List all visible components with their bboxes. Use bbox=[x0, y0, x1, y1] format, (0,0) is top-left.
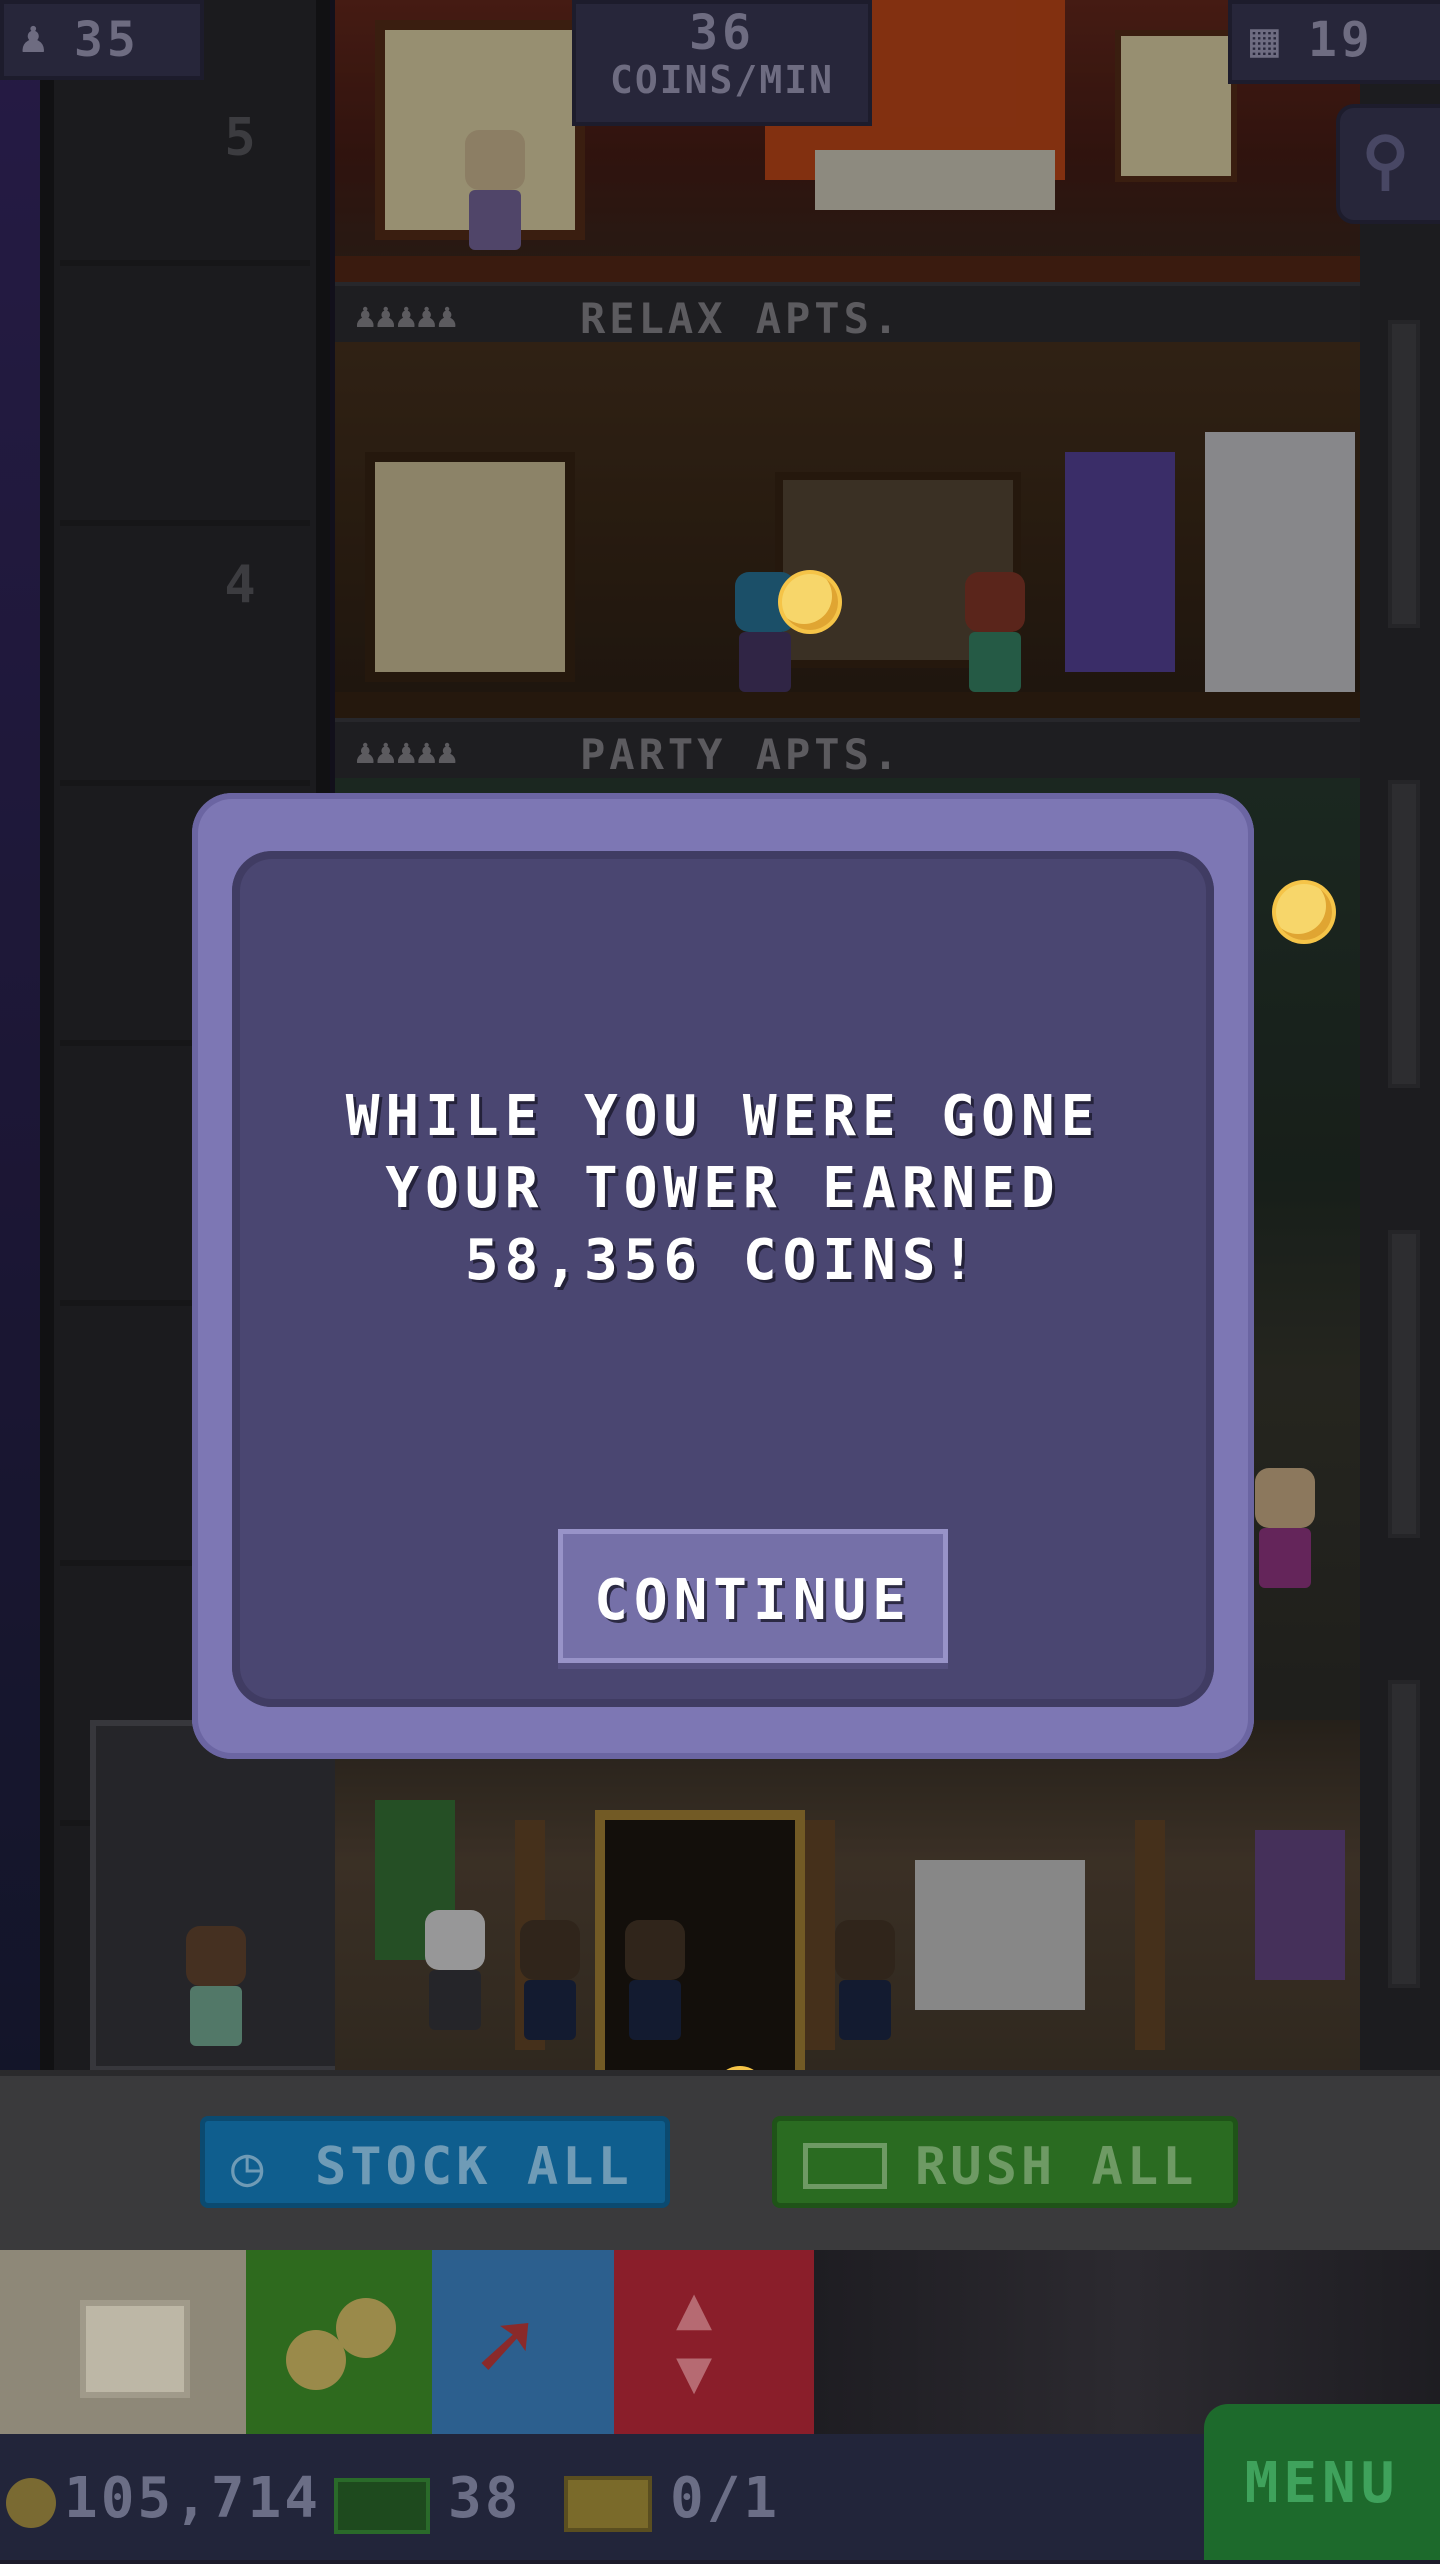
tool-box[interactable] bbox=[0, 2250, 246, 2434]
stock-all-label: STOCK ALL bbox=[315, 2137, 633, 2197]
rush-all-button[interactable]: RUSH ALL bbox=[772, 2116, 1238, 2208]
bux-icon bbox=[803, 2143, 887, 2189]
coin-balance: 105,714 bbox=[64, 2466, 322, 2531]
red-arrow-icon: ➚ bbox=[476, 2290, 534, 2402]
menu-button[interactable]: MENU bbox=[1204, 2404, 1440, 2560]
dialog-message: WHILE YOU WERE GONE YOUR TOWER EARNED 58… bbox=[345, 1084, 1101, 1293]
coin-icon[interactable] bbox=[782, 574, 838, 630]
action-bar: ◷ STOCK ALL RUSH ALL bbox=[0, 2070, 1440, 2256]
coins-icon bbox=[286, 2330, 346, 2390]
bux-icon bbox=[334, 2478, 430, 2534]
box-icon bbox=[80, 2300, 190, 2398]
offline-earnings-dialog: WHILE YOU WERE GONE YOUR TOWER EARNED 58… bbox=[192, 793, 1254, 1759]
elevator-arrows-icon: ▲ ▼ bbox=[676, 2273, 713, 2407]
rush-all-label: RUSH ALL bbox=[915, 2137, 1198, 2197]
stock-all-button[interactable]: ◷ STOCK ALL bbox=[200, 2116, 670, 2208]
ticket-icon bbox=[564, 2476, 652, 2532]
continue-button[interactable]: CONTINUE bbox=[558, 1529, 948, 1663]
ticket-count: 0/1 bbox=[670, 2466, 781, 2531]
bux-balance: 38 bbox=[448, 2466, 522, 2531]
coin-icon[interactable] bbox=[1276, 884, 1332, 940]
tool-coins[interactable] bbox=[246, 2250, 432, 2434]
tool-arrow[interactable]: ➚ bbox=[432, 2250, 614, 2434]
clock-icon: ◷ bbox=[231, 2135, 269, 2198]
dialog-panel: WHILE YOU WERE GONE YOUR TOWER EARNED 58… bbox=[232, 851, 1214, 1707]
coin-icon bbox=[6, 2478, 56, 2528]
tool-elevator[interactable]: ▲ ▼ bbox=[614, 2250, 814, 2434]
